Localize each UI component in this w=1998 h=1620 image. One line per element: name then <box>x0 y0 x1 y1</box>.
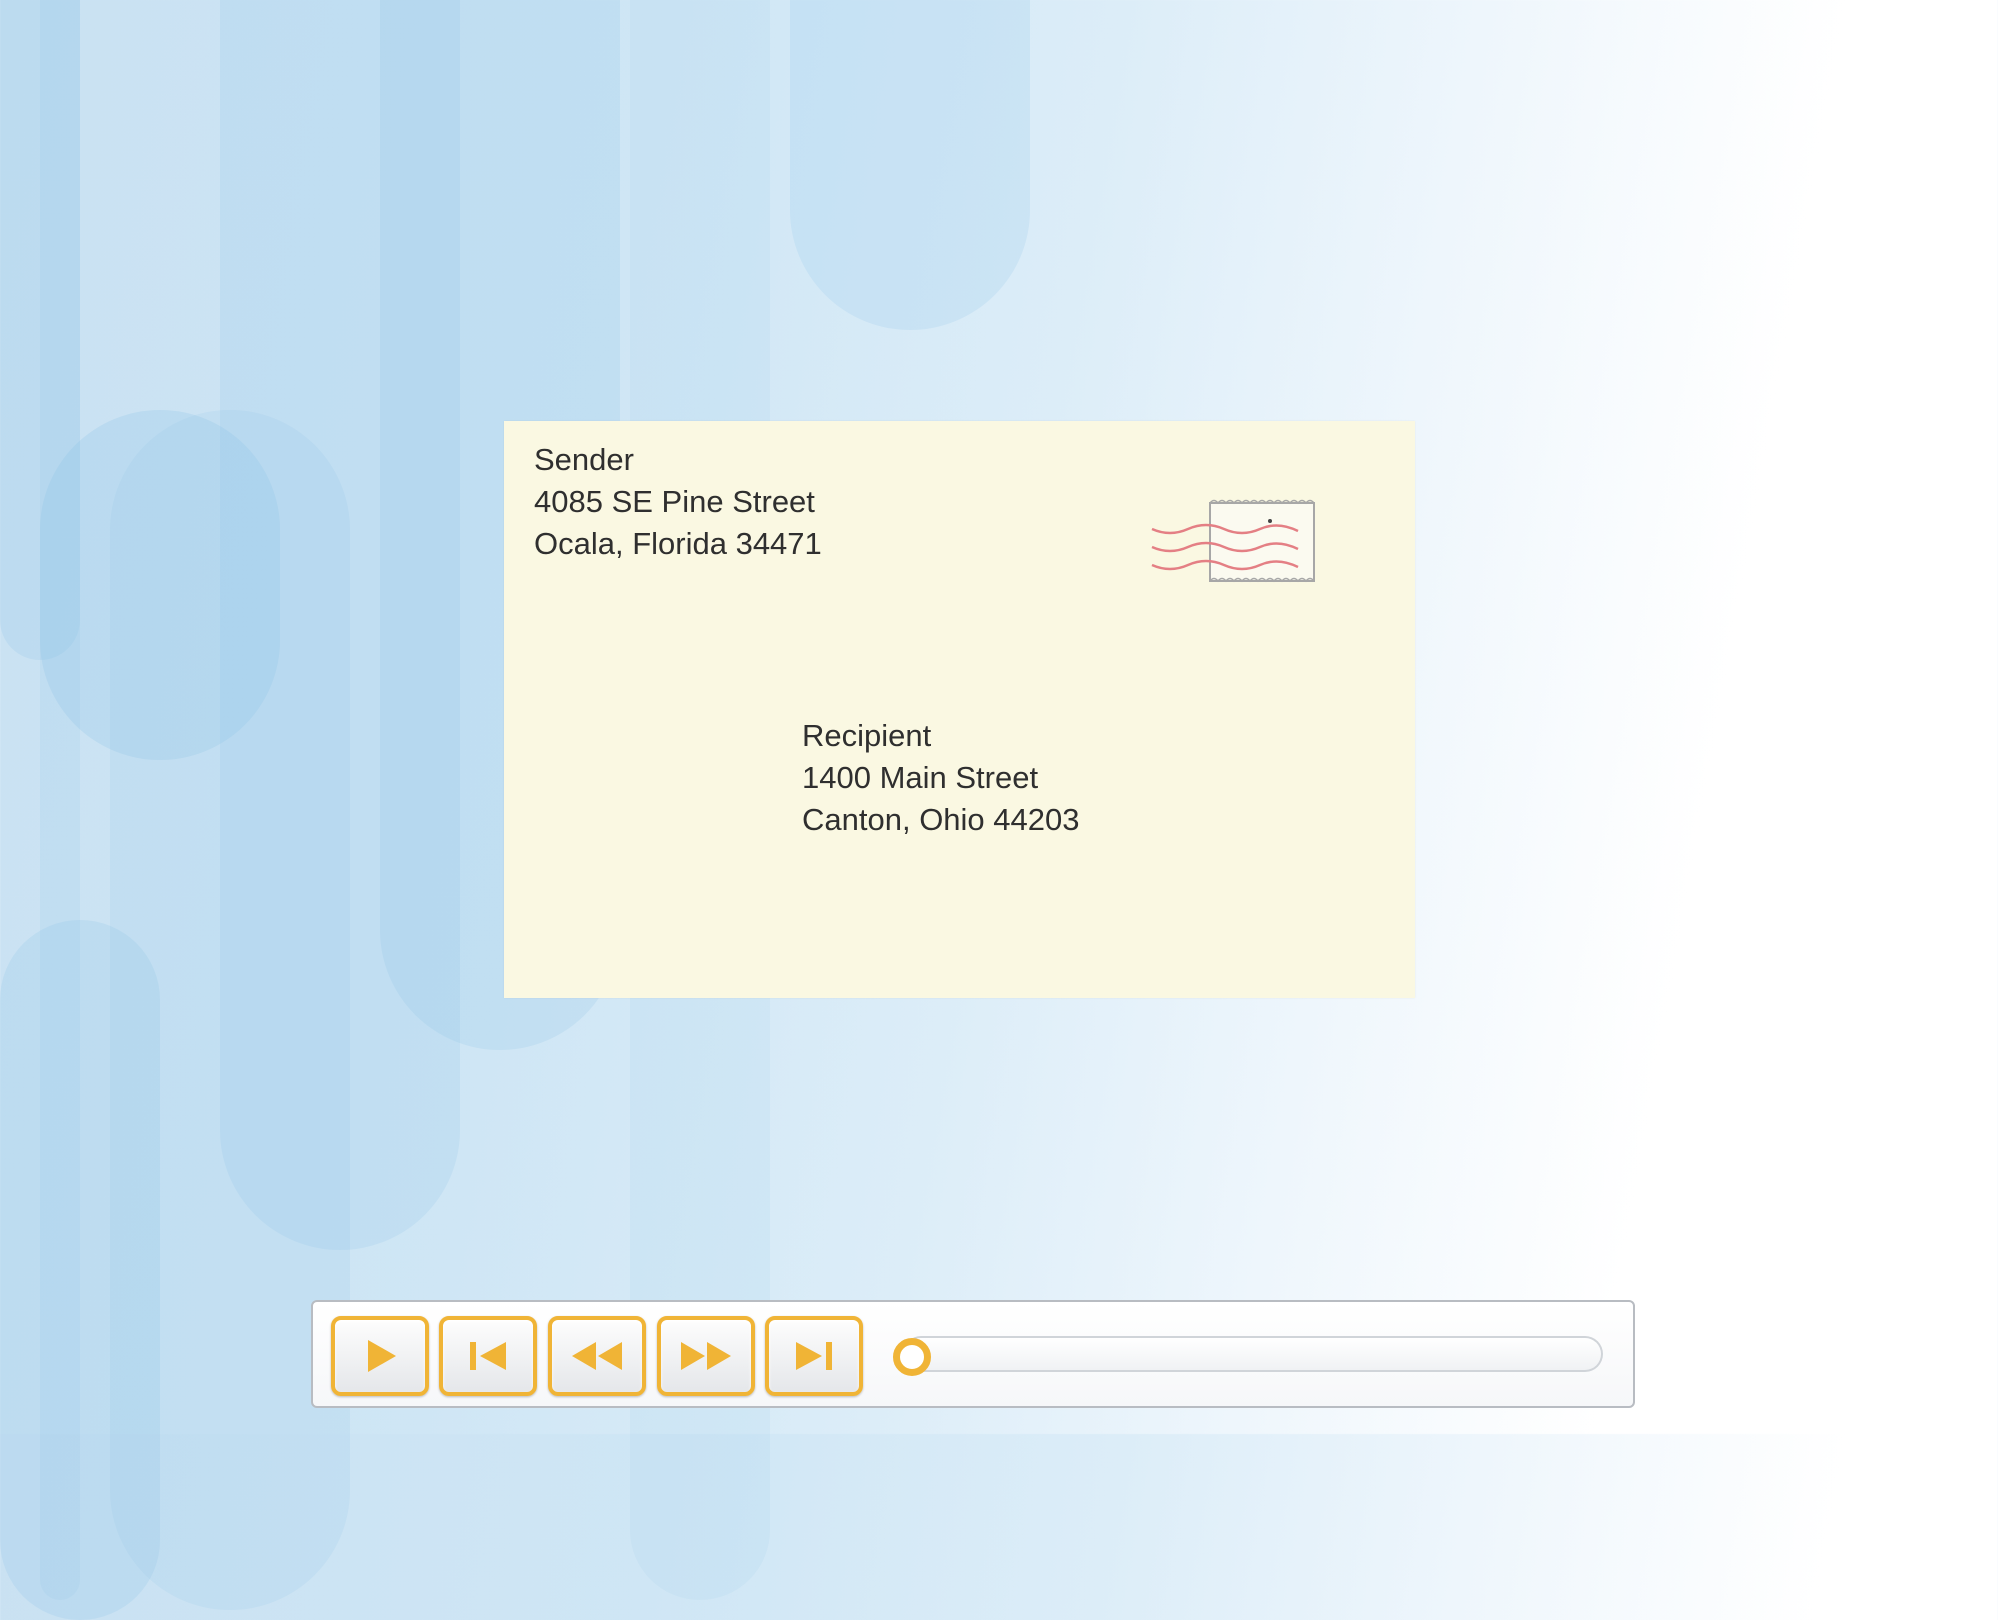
skip-to-end-button[interactable] <box>765 1316 863 1396</box>
recipient-street: 1400 Main Street <box>802 760 1039 795</box>
fast-forward-button[interactable] <box>657 1316 755 1396</box>
recipient-name: Recipient <box>802 718 932 753</box>
rewind-button[interactable] <box>548 1316 646 1396</box>
recipient-address: Recipient 1400 Main Street Canton, Ohio … <box>802 715 1080 841</box>
progress-slider-handle[interactable] <box>893 1338 931 1376</box>
recipient-city: Canton, Ohio 44203 <box>802 802 1080 837</box>
sender-name: Sender <box>534 442 634 477</box>
envelope: Sender 4085 SE Pine Street Ocala, Florid… <box>504 421 1415 998</box>
skip-to-start-icon <box>470 1342 506 1370</box>
sender-street: 4085 SE Pine Street <box>534 484 815 519</box>
skip-to-end-icon <box>796 1342 832 1370</box>
fast-forward-icon <box>681 1342 731 1370</box>
sender-city: Ocala, Florida 34471 <box>534 526 822 561</box>
progress-track[interactable] <box>903 1336 1603 1372</box>
sender-address: Sender 4085 SE Pine Street Ocala, Florid… <box>534 439 822 565</box>
background-shape <box>790 0 1030 330</box>
postage-stamp-icon <box>1150 491 1320 591</box>
rewind-icon <box>572 1342 622 1370</box>
play-icon <box>368 1340 396 1372</box>
animation-player-controls <box>311 1300 1635 1408</box>
skip-to-start-button[interactable] <box>439 1316 537 1396</box>
play-button[interactable] <box>331 1316 429 1396</box>
